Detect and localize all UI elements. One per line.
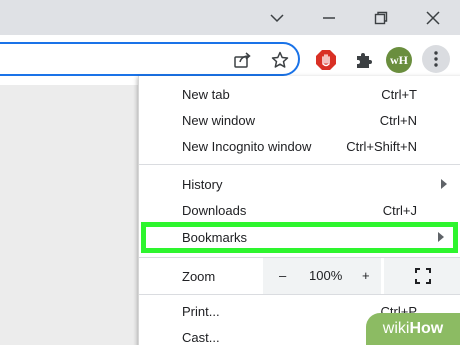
share-icon[interactable]: [230, 47, 256, 73]
stop-hand-icon[interactable]: [313, 47, 339, 73]
minimize-icon[interactable]: [306, 0, 352, 35]
zoom-controls: – 100% +: [263, 258, 381, 294]
menu-item-label: New Incognito window: [182, 139, 312, 154]
menu-item-shortcut: Ctrl+N: [379, 113, 417, 128]
tab-search-chevron-down-icon[interactable]: [254, 0, 300, 35]
title-bar: [0, 0, 460, 35]
fullscreen-icon: [415, 268, 431, 284]
menu-item-label: Cast...: [182, 330, 220, 345]
profile-text: wH: [390, 52, 408, 67]
wikihow-watermark: wiki How: [366, 313, 460, 345]
menu-item-downloads[interactable]: Downloads Ctrl+J: [139, 198, 460, 224]
menu-item-zoom: Zoom – 100% +: [139, 258, 460, 294]
menu-item-label: History: [182, 177, 223, 192]
submenu-arrow-icon: [438, 232, 444, 242]
chrome-menu: New tab Ctrl+T New window Ctrl+N New Inc…: [138, 76, 460, 345]
submenu-arrow-icon: [441, 179, 447, 189]
menu-divider: [139, 164, 460, 165]
menu-item-new-tab[interactable]: New tab Ctrl+T: [139, 82, 460, 108]
menu-item-label: New tab: [182, 87, 230, 102]
menu-item-label: Downloads: [182, 203, 247, 218]
menu-item-label: New window: [182, 113, 255, 128]
menu-item-shortcut: Ctrl+T: [381, 87, 417, 102]
watermark-prefix: wiki: [382, 320, 410, 337]
menu-item-history[interactable]: History: [139, 172, 460, 198]
zoom-level: 100%: [309, 268, 343, 283]
restore-icon[interactable]: [358, 0, 404, 35]
menu-item-label: Print...: [182, 304, 220, 319]
kebab-menu-icon[interactable]: [422, 45, 450, 73]
close-icon[interactable]: [410, 0, 456, 35]
puzzle-icon[interactable]: [351, 47, 377, 73]
profile-avatar[interactable]: wH: [386, 47, 412, 73]
menu-item-shortcut: Ctrl+Shift+N: [346, 139, 417, 154]
zoom-in-button[interactable]: +: [362, 268, 370, 283]
zoom-label: Zoom: [182, 269, 216, 284]
menu-item-bookmarks[interactable]: Bookmarks: [141, 222, 458, 253]
menu-divider: [139, 294, 460, 295]
menu-item-shortcut: Ctrl+J: [382, 203, 417, 218]
menu-item-label: Bookmarks: [182, 230, 248, 245]
fullscreen-button[interactable]: [384, 258, 460, 294]
menu-item-new-incognito-window[interactable]: New Incognito window Ctrl+Shift+N: [139, 134, 460, 160]
watermark-suffix: How: [409, 320, 444, 337]
star-icon[interactable]: [267, 47, 293, 73]
zoom-out-button[interactable]: –: [279, 268, 286, 283]
menu-item-new-window[interactable]: New window Ctrl+N: [139, 108, 460, 134]
